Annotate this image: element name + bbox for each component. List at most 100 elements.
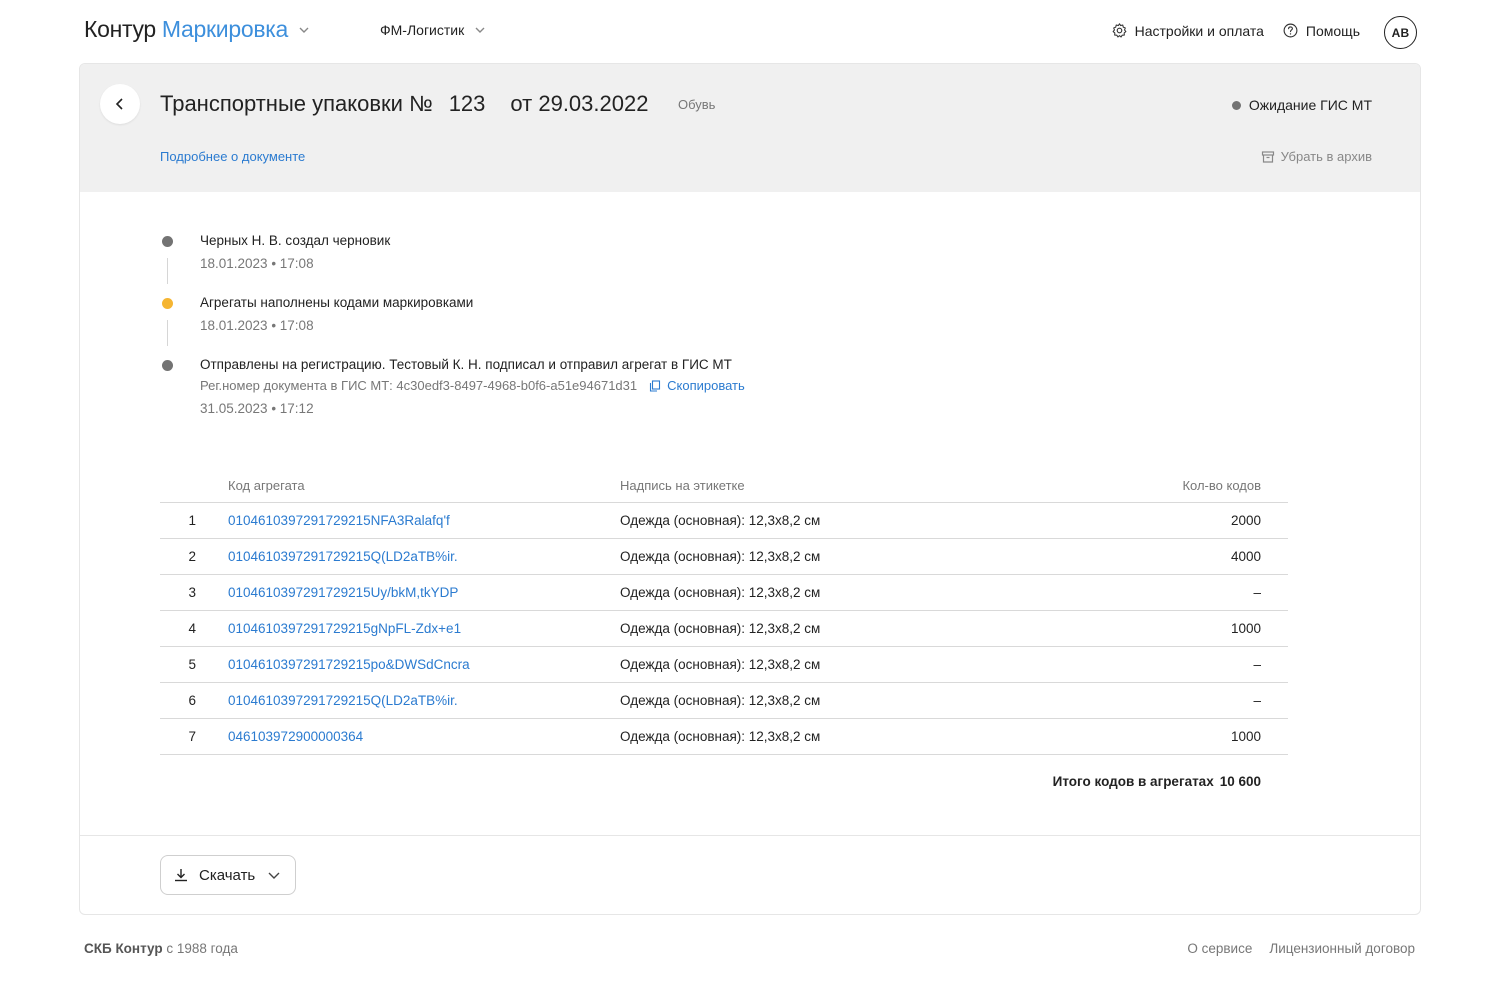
codes-count: 1000 bbox=[1230, 729, 1261, 744]
document-date: от 29.03.2022 bbox=[510, 91, 649, 116]
archive-label: Убрать в архив bbox=[1280, 149, 1372, 164]
codes-count: – bbox=[1253, 657, 1261, 672]
status-badge: Ожидание ГИС МТ bbox=[1231, 97, 1372, 113]
copy-icon bbox=[650, 380, 661, 392]
timeline-text: Черных Н. В. создал черновик bbox=[200, 233, 391, 248]
row-number: 1 bbox=[188, 513, 196, 528]
copy-label: Скопировать bbox=[667, 378, 745, 393]
status-text: Ожидание ГИС МТ bbox=[1248, 97, 1372, 113]
aggregates-table: Код агрегата Надпись на этикетке Кол-во … bbox=[160, 467, 1288, 789]
document-category: Обувь bbox=[678, 97, 716, 112]
table-row: 4 0104610397291729215gNpFL-Zdx+e1 Одежда… bbox=[160, 611, 1288, 647]
timeline-time: 18.01.2023 • 17:08 bbox=[200, 318, 314, 333]
download-button[interactable]: Скачать bbox=[160, 855, 296, 895]
timeline-time: 31.05.2023 • 17:12 bbox=[200, 401, 314, 416]
aggregate-code-link[interactable]: 0104610397291729215po&DWSdCncra bbox=[228, 657, 470, 672]
chevron-left-icon bbox=[115, 98, 123, 110]
timeline-connector bbox=[167, 258, 168, 284]
top-links: Настройки и оплата Помощь bbox=[1093, 22, 1360, 39]
aggregate-code-link[interactable]: 046103972900000364 bbox=[228, 729, 363, 744]
label-text: Одежда (основная): 12,3х8,2 см bbox=[620, 657, 821, 672]
timeline-item: Агрегаты наполнены кодами маркировками 1… bbox=[160, 294, 960, 356]
footer-copyright: СКБ Контур с 1988 года bbox=[84, 941, 238, 956]
page-title: Транспортные упаковки № 123 от 29.03.202… bbox=[160, 91, 648, 117]
help-label: Помощь bbox=[1305, 22, 1360, 39]
label-text: Одежда (основная): 12,3х8,2 см bbox=[620, 621, 821, 636]
chevron-down-icon bbox=[267, 868, 281, 882]
label-text: Одежда (основная): 12,3х8,2 см bbox=[620, 729, 821, 744]
history-timeline: Черных Н. В. создал черновик 18.01.2023 … bbox=[160, 232, 960, 418]
card-divider bbox=[80, 835, 1420, 836]
avatar[interactable]: АВ bbox=[1384, 16, 1417, 49]
table-header: Код агрегата Надпись на этикетке Кол-во … bbox=[160, 467, 1288, 503]
help-link[interactable]: Помощь bbox=[1282, 22, 1360, 39]
settings-link[interactable]: Настройки и оплата bbox=[1111, 22, 1264, 39]
timeline-item: Черных Н. В. создал черновик 18.01.2023 … bbox=[160, 232, 960, 294]
document-card: Транспортные упаковки № 123 от 29.03.202… bbox=[79, 63, 1421, 915]
timeline-text: Агрегаты наполнены кодами маркировками bbox=[200, 295, 474, 310]
settings-label: Настройки и оплата bbox=[1134, 22, 1264, 39]
table-row: 6 0104610397291729215Q(LD2aTB%ir. Одежда… bbox=[160, 683, 1288, 719]
organization-name: ФМ-Логистик bbox=[380, 22, 465, 38]
codes-count: – bbox=[1253, 693, 1261, 708]
footer-about-link[interactable]: О сервисе bbox=[1187, 941, 1252, 956]
timeline-reg-number: Рег.номер документа в ГИС МТ: 4c30edf3-8… bbox=[200, 377, 960, 395]
timeline-item: Отправлены на регистрацию. Тестовый К. Н… bbox=[160, 356, 960, 418]
codes-total: Итого кодов в агрегатах 10 600 bbox=[1053, 774, 1261, 789]
timeline-dot-icon bbox=[162, 298, 173, 309]
reg-number-text: Рег.номер документа в ГИС МТ: 4c30edf3-8… bbox=[200, 378, 638, 393]
label-text: Одежда (основная): 12,3х8,2 см bbox=[620, 693, 821, 708]
gear-icon bbox=[1112, 23, 1127, 38]
top-bar: Контур Маркировка ФМ-Логистик Настройки … bbox=[0, 0, 1500, 64]
footer-company: СКБ Контур bbox=[84, 941, 163, 956]
document-number: 123 bbox=[448, 91, 486, 116]
aggregate-code-link[interactable]: 0104610397291729215Q(LD2aTB%ir. bbox=[228, 693, 458, 708]
table-row: 1 0104610397291729215NFA3Ralafq'f Одежда… bbox=[160, 503, 1288, 539]
logo-product: Маркировка bbox=[161, 16, 288, 42]
aggregate-code-link[interactable]: 0104610397291729215gNpFL-Zdx+e1 bbox=[228, 621, 461, 636]
label-text: Одежда (основная): 12,3х8,2 см bbox=[620, 549, 821, 564]
status-dot-icon bbox=[1231, 100, 1241, 110]
chevron-down-icon[interactable] bbox=[298, 24, 310, 36]
download-label: Скачать bbox=[199, 866, 256, 884]
timeline-connector bbox=[167, 320, 168, 346]
label-text: Одежда (основная): 12,3х8,2 см bbox=[620, 585, 821, 600]
logo-brand: Контур bbox=[84, 16, 156, 42]
document-details-link[interactable]: Подробнее о документе bbox=[160, 149, 305, 164]
app-logo[interactable]: Контур Маркировка bbox=[84, 16, 310, 43]
chevron-down-icon bbox=[474, 24, 486, 36]
codes-count: 4000 bbox=[1230, 549, 1261, 564]
row-number: 4 bbox=[188, 621, 196, 636]
total-label: Итого кодов в агрегатах bbox=[1052, 774, 1214, 789]
row-number: 6 bbox=[188, 693, 196, 708]
timeline-dot-icon bbox=[162, 360, 173, 371]
label-text: Одежда (основная): 12,3х8,2 см bbox=[620, 513, 821, 528]
row-number: 5 bbox=[188, 657, 196, 672]
download-icon bbox=[175, 869, 187, 882]
column-header-label: Надпись на этикетке bbox=[620, 478, 745, 493]
footer-license-link[interactable]: Лицензионный договор bbox=[1269, 941, 1415, 956]
total-value: 10 600 bbox=[1219, 774, 1261, 789]
codes-count: 1000 bbox=[1230, 621, 1261, 636]
back-button[interactable] bbox=[100, 84, 140, 124]
row-number: 7 bbox=[188, 729, 196, 744]
timeline-dot-icon bbox=[162, 236, 173, 247]
question-icon bbox=[1283, 23, 1298, 38]
table-row: 2 0104610397291729215Q(LD2aTB%ir. Одежда… bbox=[160, 539, 1288, 575]
aggregate-code-link[interactable]: 0104610397291729215Uy/bkM,tkYDP bbox=[228, 585, 458, 600]
row-number: 2 bbox=[188, 549, 196, 564]
aggregate-code-link[interactable]: 0104610397291729215NFA3Ralafq'f bbox=[228, 513, 450, 528]
table-row: 7 046103972900000364 Одежда (основная): … bbox=[160, 719, 1288, 755]
column-header-qty: Кол-во кодов bbox=[1182, 478, 1261, 493]
organization-selector[interactable]: ФМ-Логистик bbox=[380, 22, 486, 38]
timeline-time: 18.01.2023 • 17:08 bbox=[200, 256, 314, 271]
document-header: Транспортные упаковки № 123 от 29.03.202… bbox=[80, 64, 1420, 192]
archive-icon bbox=[1261, 150, 1274, 163]
row-number: 3 bbox=[188, 585, 196, 600]
column-header-code: Код агрегата bbox=[228, 478, 305, 493]
archive-button[interactable]: Убрать в архив bbox=[1261, 149, 1372, 164]
table-row: 5 0104610397291729215po&DWSdCncra Одежда… bbox=[160, 647, 1288, 683]
copy-button[interactable]: Скопировать bbox=[649, 377, 745, 395]
codes-count: 2000 bbox=[1230, 513, 1261, 528]
aggregate-code-link[interactable]: 0104610397291729215Q(LD2aTB%ir. bbox=[228, 549, 458, 564]
